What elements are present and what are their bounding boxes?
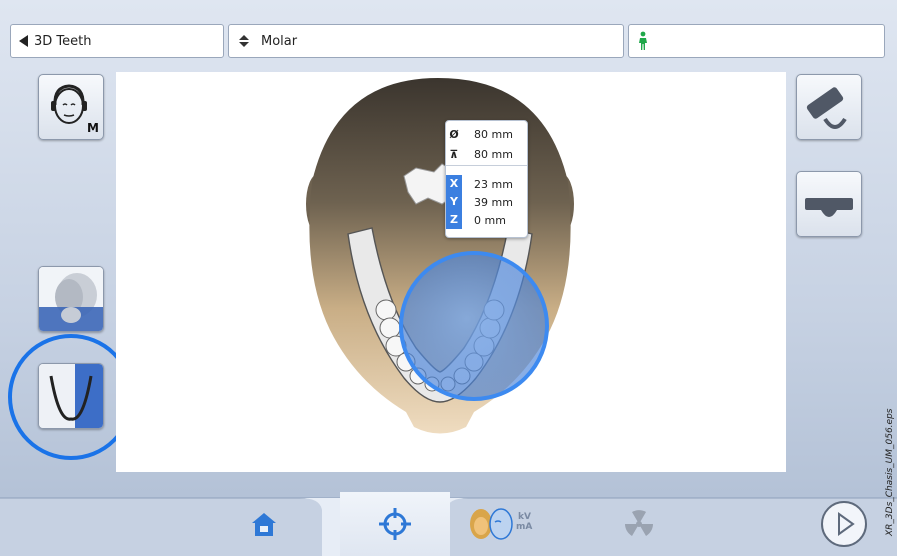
volume-info-panel: Ø 80 mm ⊼ 80 mm X 23 mm Y 39 mm Z 0 mm bbox=[445, 120, 528, 238]
diameter-value: 80 mm bbox=[474, 127, 513, 141]
z-row: Z 0 mm bbox=[446, 211, 527, 229]
play-icon bbox=[821, 501, 867, 547]
head-profile-icon bbox=[39, 267, 103, 331]
tab-exposure[interactable]: kV mA bbox=[460, 492, 556, 556]
chin-rest-icon bbox=[805, 198, 853, 217]
head-size-badge: M bbox=[87, 121, 99, 135]
diameter-icon: Ø bbox=[449, 127, 459, 141]
x-axis-label: X bbox=[446, 175, 462, 193]
head-size-button[interactable]: M bbox=[38, 74, 104, 140]
y-axis-label: Y bbox=[446, 193, 462, 211]
patient-field[interactable] bbox=[628, 24, 885, 58]
z-axis-label: Z bbox=[446, 211, 462, 229]
tab-radiation[interactable] bbox=[604, 492, 674, 556]
home-icon bbox=[252, 513, 276, 536]
z-value: 0 mm bbox=[474, 213, 506, 227]
back-button-label: 3D Teeth bbox=[34, 33, 92, 49]
patient-exposure-icon bbox=[470, 508, 513, 540]
back-arrow-icon bbox=[19, 35, 28, 47]
radiation-icon bbox=[625, 510, 653, 536]
program-selector-label: Molar bbox=[261, 33, 298, 49]
ma-label: mA bbox=[516, 522, 533, 532]
tab-positioning[interactable] bbox=[340, 492, 450, 556]
back-button[interactable]: 3D Teeth bbox=[10, 24, 224, 58]
standing-person-icon bbox=[639, 31, 647, 50]
up-down-icon bbox=[239, 35, 249, 47]
head-size-icon: M bbox=[51, 84, 99, 135]
crosshair-icon bbox=[379, 508, 411, 540]
y-value: 39 mm bbox=[474, 195, 513, 209]
bite-block-button[interactable] bbox=[796, 74, 862, 140]
x-row: X 23 mm bbox=[446, 175, 527, 193]
bite-block-icon bbox=[806, 87, 847, 129]
height-row: ⊼ 80 mm bbox=[446, 145, 527, 163]
height-value: 80 mm bbox=[474, 147, 513, 161]
top-bar: 3D Teeth Molar bbox=[10, 24, 885, 58]
program-selector[interactable]: Molar bbox=[228, 24, 624, 58]
side-caption: XR_3Ds_Chasis_UM_056.eps bbox=[885, 408, 895, 536]
x-value: 23 mm bbox=[474, 177, 513, 191]
diameter-row: Ø 80 mm bbox=[446, 125, 527, 143]
y-row: Y 39 mm bbox=[446, 193, 527, 211]
chin-rest-button[interactable] bbox=[796, 171, 862, 237]
height-icon: ⊼ bbox=[449, 147, 459, 161]
head-orientation-button[interactable] bbox=[38, 266, 104, 332]
tab-home[interactable] bbox=[220, 492, 308, 556]
next-button[interactable] bbox=[812, 492, 876, 556]
kv-label: kV bbox=[518, 512, 531, 522]
